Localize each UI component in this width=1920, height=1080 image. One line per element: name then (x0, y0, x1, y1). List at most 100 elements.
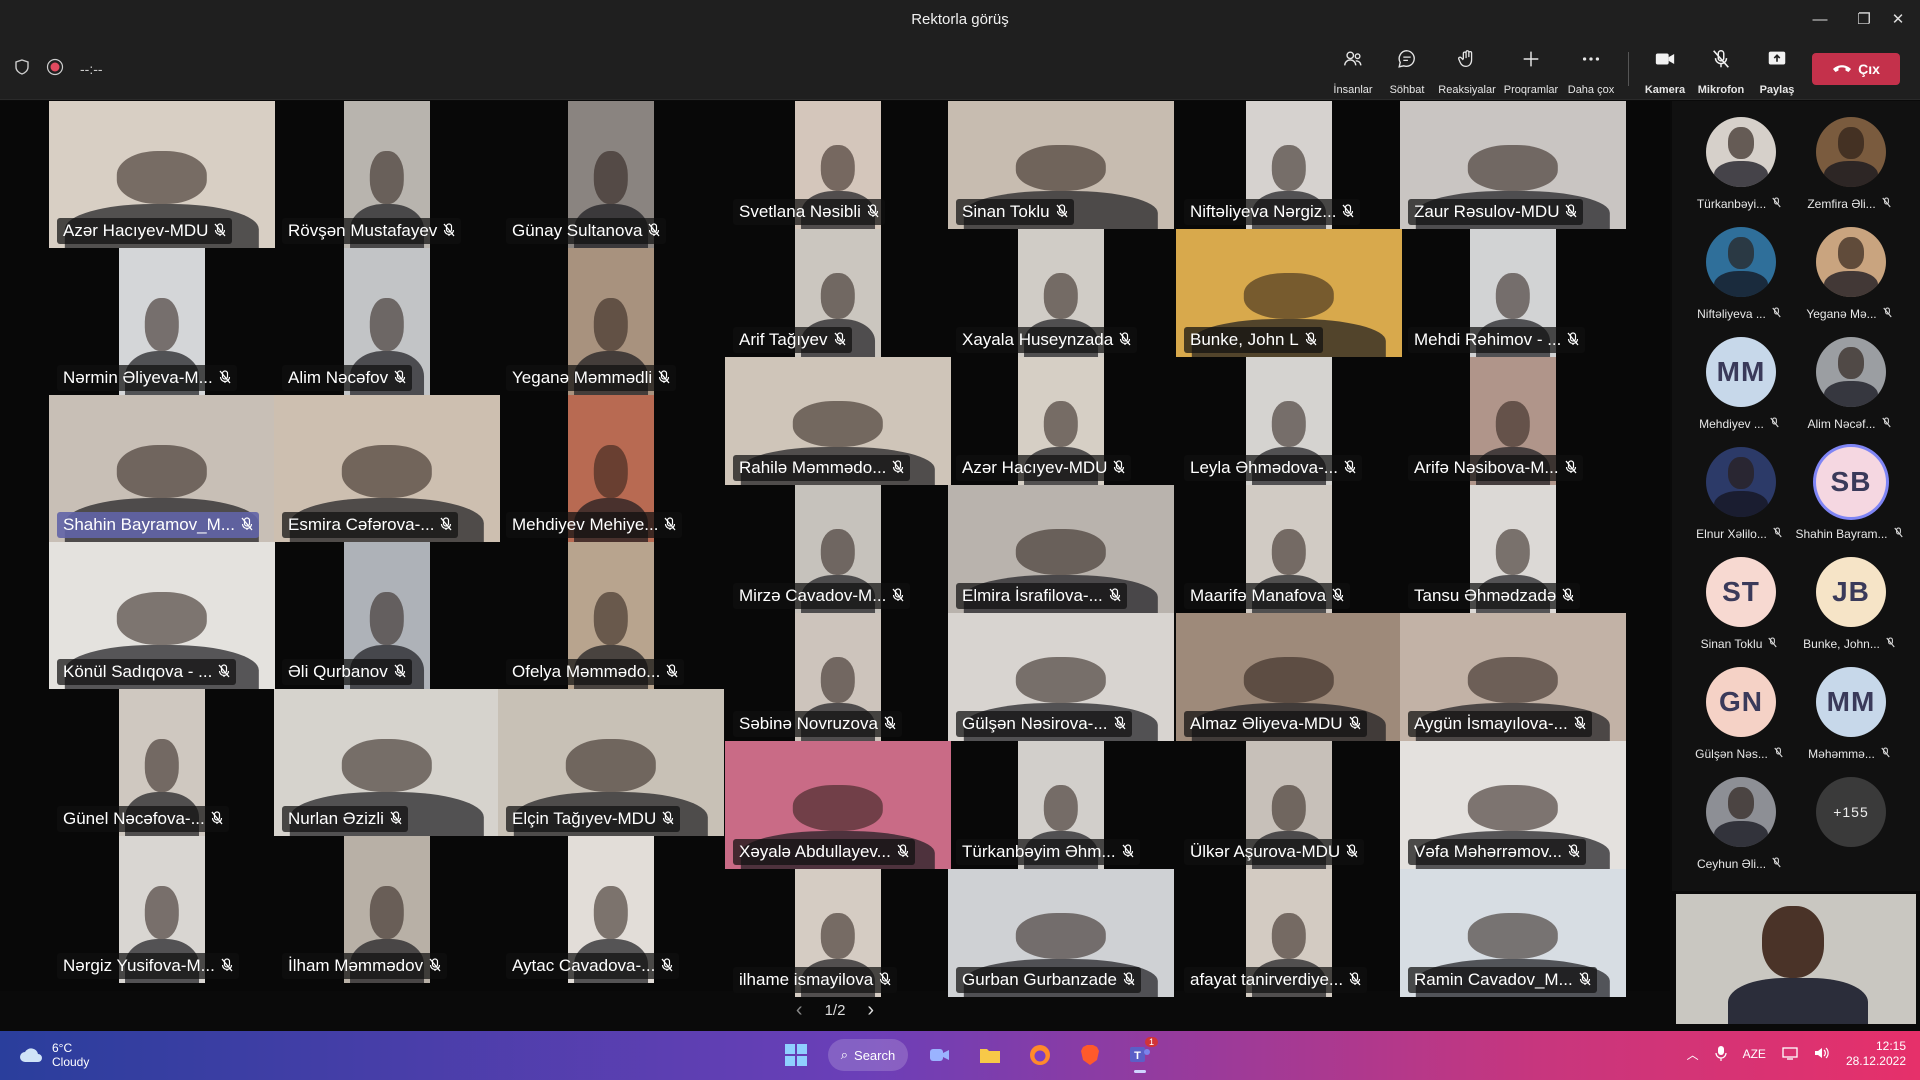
participant-tile[interactable]: Günel Nəcəfova-... (49, 689, 275, 836)
participant-name-text: Nərmin Əliyeva-M... (63, 368, 213, 387)
participant-tile[interactable]: Sinan Toklu (948, 101, 1174, 229)
reactions-button[interactable]: Reaksiyalar (1436, 48, 1498, 96)
leave-button[interactable]: Çıx (1812, 53, 1900, 85)
mic-muted-icon (1574, 715, 1586, 733)
system-clock[interactable]: 12:15 28.12.2022 (1846, 1039, 1906, 1069)
participant-tile[interactable]: Bunke, John L (1176, 229, 1402, 357)
apps-button[interactable]: Proqramlar (1500, 48, 1562, 96)
participant-tile[interactable]: ilhame ismayilova (725, 869, 951, 997)
brave-icon[interactable] (1072, 1037, 1108, 1073)
participant-tile[interactable]: Elmira İsrafilova-... (948, 485, 1174, 613)
taskbar-search[interactable]: ⌕ Search (828, 1039, 908, 1071)
participant-tile[interactable]: Xayala Huseynzada (948, 229, 1174, 357)
participant-tile[interactable]: Azər Hacıyev-MDU (49, 101, 275, 248)
sidebar-participant[interactable]: Niftəliyeva ... (1684, 219, 1794, 329)
participant-tile[interactable]: afayat tanirverdiye... (1176, 869, 1402, 997)
participant-tile[interactable]: Mehdiyev Mehiye... (498, 395, 724, 542)
participant-tile[interactable]: Arif Tağıyev (725, 229, 951, 357)
participant-tile[interactable]: Ramin Cavadov_M... (1400, 869, 1626, 997)
minimize-button[interactable]: — (1798, 0, 1842, 38)
participant-tile[interactable]: Ofelya Məmmədo... (498, 542, 724, 689)
more-icon (1582, 57, 1600, 61)
chat-button[interactable]: Söhbat (1376, 48, 1438, 96)
more-participants-button[interactable]: +155 (1794, 769, 1904, 879)
meet-chat-app-icon[interactable] (922, 1037, 958, 1073)
participant-name-text: Bunke, John L (1190, 330, 1299, 349)
participant-tile[interactable]: Yeganə Məmmədli (498, 248, 724, 395)
participant-tile[interactable]: Zaur Rəsulov-MDU (1400, 101, 1626, 229)
participant-tile[interactable]: Aygün İsmayılova-... (1400, 613, 1626, 741)
participant-tile[interactable]: Esmira Cəfərova-... (274, 395, 500, 542)
participant-tile[interactable]: Alim Nəcəfov (274, 248, 500, 395)
start-button[interactable] (778, 1037, 814, 1073)
participant-tile[interactable]: Mehdi Rəhimov - ... (1400, 229, 1626, 357)
close-button[interactable]: ✕ (1876, 0, 1920, 38)
participant-tile[interactable]: Nurlan Əzizli (274, 689, 500, 836)
reactions-label: Reaksiyalar (1438, 84, 1496, 96)
teams-icon[interactable]: T 1 (1122, 1037, 1158, 1073)
sidebar-participant[interactable]: SB Shahin Bayram... (1794, 439, 1904, 549)
weather-widget[interactable]: 6°C Cloudy (18, 1041, 89, 1069)
sidebar-participant[interactable]: JB Bunke, John... (1794, 549, 1904, 659)
participant-tile[interactable]: Nərmin Əliyeva-M... (49, 248, 275, 395)
participant-tile[interactable]: Niftəliyeva Nərgiz... (1176, 101, 1402, 229)
participant-tile[interactable]: Aytac Cavadova-... (498, 836, 724, 983)
prev-page-button[interactable]: ‹ (796, 999, 803, 1022)
participant-name: Aytac Cavadova-... (506, 953, 680, 979)
chat-icon (1398, 50, 1415, 68)
sidebar-participant[interactable]: ST Sinan Toklu (1684, 549, 1794, 659)
participant-name: Vəfa Məhərrəmov... (1408, 839, 1587, 865)
participant-tile[interactable]: Leyla Əhmədova-... (1176, 357, 1402, 485)
participant-tile[interactable]: Səbinə Novruzova (725, 613, 951, 741)
input-language[interactable]: AZE (1743, 1047, 1766, 1061)
sidebar-participant[interactable]: Türkanbəyi... (1684, 109, 1794, 219)
volume-icon[interactable] (1814, 1046, 1830, 1063)
share-button[interactable]: Paylaş (1746, 48, 1808, 96)
participant-tile[interactable]: Günay Sultanova (498, 101, 724, 248)
participant-tile[interactable]: İlham Məmmədov (274, 836, 500, 983)
participant-tile[interactable]: Svetlana Nəsibli (725, 101, 951, 229)
self-view-video[interactable] (1676, 894, 1916, 1024)
participant-tile[interactable]: Shahin Bayramov_M... (49, 395, 275, 542)
shield-icon[interactable] (14, 59, 30, 78)
participant-tile[interactable]: Maarifə Manafova (1176, 485, 1402, 613)
network-icon[interactable] (1782, 1046, 1798, 1063)
participant-tile[interactable]: Tansu Əhmədzadə (1400, 485, 1626, 613)
sidebar-participant[interactable]: MM Mehdiyev ... (1684, 329, 1794, 439)
participant-tile[interactable]: Vəfa Məhərrəmov... (1400, 741, 1626, 869)
participant-tile[interactable]: Elçin Tağıyev-MDU (498, 689, 724, 836)
next-page-button[interactable]: › (867, 999, 874, 1022)
participant-tile[interactable]: Gurban Gurbanzade (948, 869, 1174, 997)
firefox-icon[interactable] (1022, 1037, 1058, 1073)
avatar-initials: MM (1716, 356, 1766, 387)
sidebar-participant[interactable]: Zemfira Əli... (1794, 109, 1904, 219)
mic-in-use-icon[interactable] (1714, 1045, 1727, 1064)
participant-tile[interactable]: Xəyalə Abdullayev... (725, 741, 951, 869)
sidebar-participant[interactable]: Ceyhun Əli... (1684, 769, 1794, 879)
more-button[interactable]: Daha çox (1560, 48, 1622, 96)
participant-tile[interactable]: Əli Qurbanov (274, 542, 500, 689)
mic-muted-icon (218, 663, 230, 681)
participant-tile[interactable]: Arifə Nəsibova-M... (1400, 357, 1626, 485)
participant-tile[interactable]: Könül Sadıqova - ... (49, 542, 275, 689)
participant-tile[interactable]: Mirzə Cavadov-M... (725, 485, 951, 613)
sidebar-participant[interactable]: Elnur Xəlilo... (1684, 439, 1794, 549)
participant-tile[interactable]: Almaz Əliyeva-MDU (1176, 613, 1402, 741)
participant-tile[interactable]: Rövşən Mustafayev (274, 101, 500, 248)
chevron-up-icon[interactable]: ︿ (1687, 1046, 1699, 1063)
microphone-button[interactable]: Mikrofon (1690, 48, 1752, 96)
participant-tile[interactable]: Gülşən Nəsirova-... (948, 613, 1174, 741)
sidebar-participant[interactable]: MM Məhəmmə... (1794, 659, 1904, 769)
participant-tile[interactable]: Azər Hacıyev-MDU (948, 357, 1174, 485)
people-button[interactable]: İnsanlar (1322, 48, 1384, 96)
file-explorer-icon[interactable] (972, 1037, 1008, 1073)
participant-tile[interactable]: Türkanbəyim Əhm... (948, 741, 1174, 869)
sidebar-participant[interactable]: GN Gülşən Nəs... (1684, 659, 1794, 769)
participant-tile[interactable]: Nərgiz Yusifova-M... (49, 836, 275, 983)
meeting-timer: --:-- (80, 60, 103, 77)
sidebar-participant[interactable]: Alim Nəcəf... (1794, 329, 1904, 439)
participant-tile[interactable]: Rahilə Məmmədo... (725, 357, 951, 485)
sidebar-participant[interactable]: Yeganə Mə... (1794, 219, 1904, 329)
camera-button[interactable]: Kamera (1634, 48, 1696, 96)
participant-tile[interactable]: Ülkər Aşurova-MDU (1176, 741, 1402, 869)
